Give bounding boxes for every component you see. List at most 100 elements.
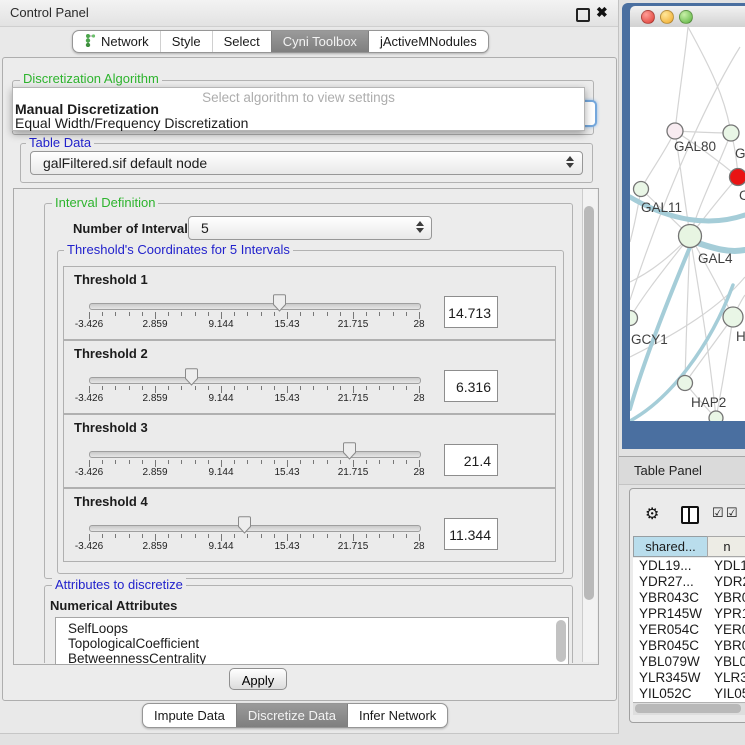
table-hscrollbar-thumb[interactable] [635, 704, 741, 713]
close-traffic-light-icon[interactable] [641, 10, 655, 24]
slider-track[interactable] [89, 303, 421, 310]
table-cell-name: YIL052C [714, 686, 745, 702]
close-icon[interactable]: ✖ [596, 4, 608, 21]
tab-infer-network[interactable]: Infer Network [347, 704, 447, 727]
slider-tick [102, 386, 103, 390]
table-panel-titlebar[interactable]: Table Panel [619, 456, 745, 485]
table-cell-name: YBR045C [714, 638, 745, 654]
table-cell-shared-name: YBL079W [639, 654, 700, 670]
list-item-topologicalcoefficient[interactable]: TopologicalCoefficient [68, 636, 199, 651]
tab-cyni-toolbox[interactable]: Cyni Toolbox [271, 31, 368, 52]
table-row[interactable]: YDR27...YDR27... [633, 574, 745, 590]
table-cell-name: YDR27... [714, 574, 745, 590]
slider-tick [287, 534, 288, 541]
slider-tick-label: 2.859 [133, 393, 177, 404]
table-row[interactable]: YBR045CYBR045C [633, 638, 745, 654]
tab-jactivemnodules[interactable]: jActiveMNodules [368, 31, 488, 52]
slider-tick [274, 534, 275, 538]
settings-scrollbar-thumb[interactable] [584, 206, 594, 600]
slider-tick-label: 15.43 [265, 541, 309, 552]
table-row[interactable]: YBR043CYBR043C [633, 590, 745, 606]
slider-tick-label: 21.715 [331, 541, 375, 552]
checkbox-checked-icon-2[interactable]: ☑ [726, 505, 738, 521]
combo-updown-icon [565, 156, 574, 168]
slider-tick [247, 386, 248, 390]
tab-label: Discretize Data [248, 708, 336, 723]
slider-tick [247, 312, 248, 316]
slider-tick [155, 460, 156, 467]
list-item-selfloops[interactable]: SelfLoops [68, 621, 128, 636]
slider-tick [300, 386, 301, 390]
table-row[interactable]: YPR145WYPR145W [633, 606, 745, 622]
threshold-value-box[interactable]: 21.4 [444, 444, 498, 476]
table-row[interactable]: YLR345WYLR345W [633, 670, 745, 686]
apply-button[interactable]: Apply [229, 668, 287, 690]
table-data-combobox[interactable]: galFiltered.sif default node [30, 151, 583, 175]
algorithm-dropdown-popup: Select algorithm to view settings Manual… [12, 87, 585, 131]
slider-tick [208, 386, 209, 390]
slider-track[interactable] [89, 377, 421, 384]
table-row[interactable]: YER054CYER054C [633, 622, 745, 638]
slider-tick [366, 386, 367, 390]
table-row[interactable]: YIL052C YIL052C [633, 686, 745, 702]
slider-handle[interactable] [342, 442, 357, 460]
tab-impute-data[interactable]: Impute Data [143, 704, 236, 727]
slider-tick [168, 312, 169, 316]
tab-label: Select [224, 34, 260, 49]
minimize-traffic-light-icon[interactable] [660, 10, 674, 24]
slider-track[interactable] [89, 525, 421, 532]
tab-select[interactable]: Select [212, 31, 271, 52]
slider-tick-label: 9.144 [199, 319, 243, 330]
slider-track[interactable] [89, 451, 421, 458]
table-row[interactable]: YDL19...YDL19... [633, 558, 745, 574]
threshold-panel-3: Threshold 3-3.4262.8599.14415.4321.71528… [63, 414, 556, 488]
slider-tick [300, 534, 301, 538]
tab-style[interactable]: Style [160, 31, 212, 52]
threshold-value-box[interactable]: 14.713 [444, 296, 498, 328]
table-header-name[interactable]: n [707, 536, 745, 557]
gear-icon[interactable]: ⚙ [645, 504, 659, 524]
slider-tick [195, 534, 196, 538]
slider-tick [287, 386, 288, 393]
node-label-gal80: GAL80 [674, 139, 716, 154]
table-hscrollbar-track[interactable] [633, 702, 745, 715]
table-row[interactable]: YBL079WYBL079W [633, 654, 745, 670]
zoom-traffic-light-icon[interactable] [679, 10, 693, 24]
node-g [723, 125, 739, 141]
slider-tick [287, 312, 288, 319]
node-label-gal4: GAL4 [698, 251, 733, 266]
slider-tick [234, 534, 235, 538]
table-cell-shared-name: YIL052C [639, 686, 692, 702]
threshold-value-box[interactable]: 11.344 [444, 518, 498, 550]
list-scrollbar-thumb[interactable] [556, 620, 566, 662]
slider-tick [102, 312, 103, 316]
window-title: Control Panel [10, 5, 89, 20]
table-cell-shared-name: YER054C [639, 622, 699, 638]
list-item-betweennesscentrality[interactable]: BetweennessCentrality [68, 651, 206, 665]
numerical-attributes-list[interactable]: SelfLoopsTopologicalCoefficientBetweenne… [55, 617, 569, 665]
number-of-intervals-spinner[interactable]: 5 [188, 216, 432, 240]
slider-tick [366, 534, 367, 538]
network-canvas[interactable]: GAL80GCGAL11GAL4GCY1HHAP2 [630, 27, 745, 421]
tab-discretize-data[interactable]: Discretize Data [236, 704, 347, 727]
slider-tick [129, 386, 130, 390]
checkbox-checked-icon[interactable]: ☑ [712, 505, 724, 521]
tab-network[interactable]: Network [73, 31, 160, 52]
slider-handle[interactable] [184, 368, 199, 386]
control-panel-titlebar[interactable]: Control Panel ✖ [0, 0, 618, 27]
slider-handle[interactable] [237, 516, 252, 534]
threshold-value-box[interactable]: 6.316 [444, 370, 498, 402]
network-window-titlebar[interactable] [630, 6, 745, 28]
threshold-panel-2: Threshold 2-3.4262.8599.14415.4321.71528… [63, 340, 556, 414]
table-header-shared-name[interactable]: shared... [633, 536, 708, 557]
slider-tick-label: 28 [397, 467, 441, 478]
slider-tick [340, 460, 341, 464]
float-window-icon[interactable] [576, 8, 590, 22]
algorithm-option-equal-width[interactable]: Equal Width/Frequency Discretization [15, 115, 248, 131]
column-layout-icon[interactable] [681, 506, 699, 524]
slider-handle[interactable] [272, 294, 287, 312]
slider-tick [168, 460, 169, 464]
slider-tick [234, 312, 235, 316]
slider-tick-label: 15.43 [265, 319, 309, 330]
node-h [723, 307, 743, 327]
